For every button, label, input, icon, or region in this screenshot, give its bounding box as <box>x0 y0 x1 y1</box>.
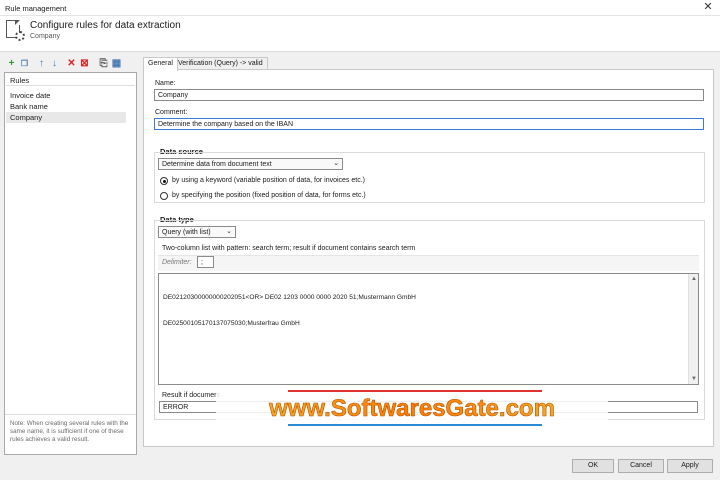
cancel-button[interactable]: Cancel <box>618 459 664 473</box>
tab-general[interactable]: General <box>143 57 178 71</box>
radio-keyword[interactable] <box>160 177 168 185</box>
title-bar: Rule management ✕ <box>0 0 720 16</box>
name-field[interactable]: Company <box>154 89 704 101</box>
chevron-down-icon: ⌄ <box>226 228 232 235</box>
dialog-header: Configure rules for data extraction Comp… <box>0 16 720 52</box>
data-type-description: Two-column list with pattern: search ter… <box>162 245 416 252</box>
ok-button[interactable]: OK <box>572 459 614 473</box>
delimiter-label: Delimiter: <box>162 259 192 266</box>
name-label: Name: <box>155 80 176 87</box>
rule-item-company[interactable]: Company <box>6 112 126 123</box>
rule-item-invoice-date[interactable]: Invoice date <box>6 90 126 101</box>
apply-button[interactable]: Apply <box>667 459 713 473</box>
move-up-icon[interactable]: ↑ <box>36 58 47 69</box>
rule-item-bank-name[interactable]: Bank name <box>6 101 126 112</box>
radio-position[interactable] <box>160 192 168 200</box>
delimiter-field[interactable]: ; <box>197 256 214 268</box>
close-icon[interactable]: ✕ <box>701 1 715 14</box>
note-divider <box>5 414 136 415</box>
scroll-up-icon[interactable]: ▲ <box>690 275 698 283</box>
header-subtitle: Company <box>30 33 60 40</box>
data-source-combo[interactable]: Determine data from document text ⌄ <box>158 158 343 170</box>
comment-label: Comment: <box>155 109 188 116</box>
copy-rule-icon[interactable]: ❐ <box>19 58 30 69</box>
delete-rule-icon[interactable]: ✕ <box>66 58 77 69</box>
window-title: Rule management <box>5 4 67 13</box>
watermark-overlay: www.SoftwaresGate.com <box>216 389 608 427</box>
query-list-textarea[interactable]: DE02120300000000202051<OR> DE02 1203 000… <box>158 273 699 385</box>
delimiter-strip <box>158 255 699 271</box>
data-type-combo-value: Query (with list) <box>162 229 211 236</box>
watermark-text: www.SoftwaresGate.com <box>268 395 555 422</box>
add-rule-icon[interactable]: + <box>6 58 17 69</box>
query-list-scrollbar[interactable]: ▲ ▼ <box>688 274 698 384</box>
rules-toolbar: + ❐ ↑ ↓ ✕ ⊠ ⎘ ▦ <box>4 57 137 71</box>
delete-all-icon[interactable]: ⊠ <box>79 58 90 69</box>
rules-panel: + ❐ ↑ ↓ ✕ ⊠ ⎘ ▦ Rules Invoice date Bank … <box>4 57 137 455</box>
rules-note: Note: When creating several rules with t… <box>10 420 129 444</box>
scroll-down-icon[interactable]: ▼ <box>690 375 698 383</box>
chevron-down-icon: ⌄ <box>333 160 339 167</box>
query-list-line: DE02500105170137075030;Musterfrau GmbH <box>163 319 300 327</box>
header-title: Configure rules for data extraction <box>30 20 181 31</box>
query-list-line: DE02120300000000202051<OR> DE02 1203 000… <box>163 294 416 301</box>
data-type-combo[interactable]: Query (with list) ⌄ <box>158 226 236 238</box>
rules-list-header: Rules <box>6 74 135 86</box>
move-down-icon[interactable]: ↓ <box>49 58 60 69</box>
rules-list: Rules Invoice date Bank name Company Not… <box>4 72 137 455</box>
gear-icon <box>15 31 25 41</box>
data-source-combo-value: Determine data from document text <box>162 161 272 168</box>
comment-field[interactable]: Determine the company based on the IBAN <box>154 118 704 130</box>
grid-icon[interactable]: ▦ <box>111 58 122 69</box>
export-icon[interactable]: ⎘ <box>98 58 109 69</box>
radio-keyword-label[interactable]: by using a keyword (variable position of… <box>172 177 365 184</box>
radio-position-label[interactable]: by specifying the position (fixed positi… <box>172 192 366 199</box>
